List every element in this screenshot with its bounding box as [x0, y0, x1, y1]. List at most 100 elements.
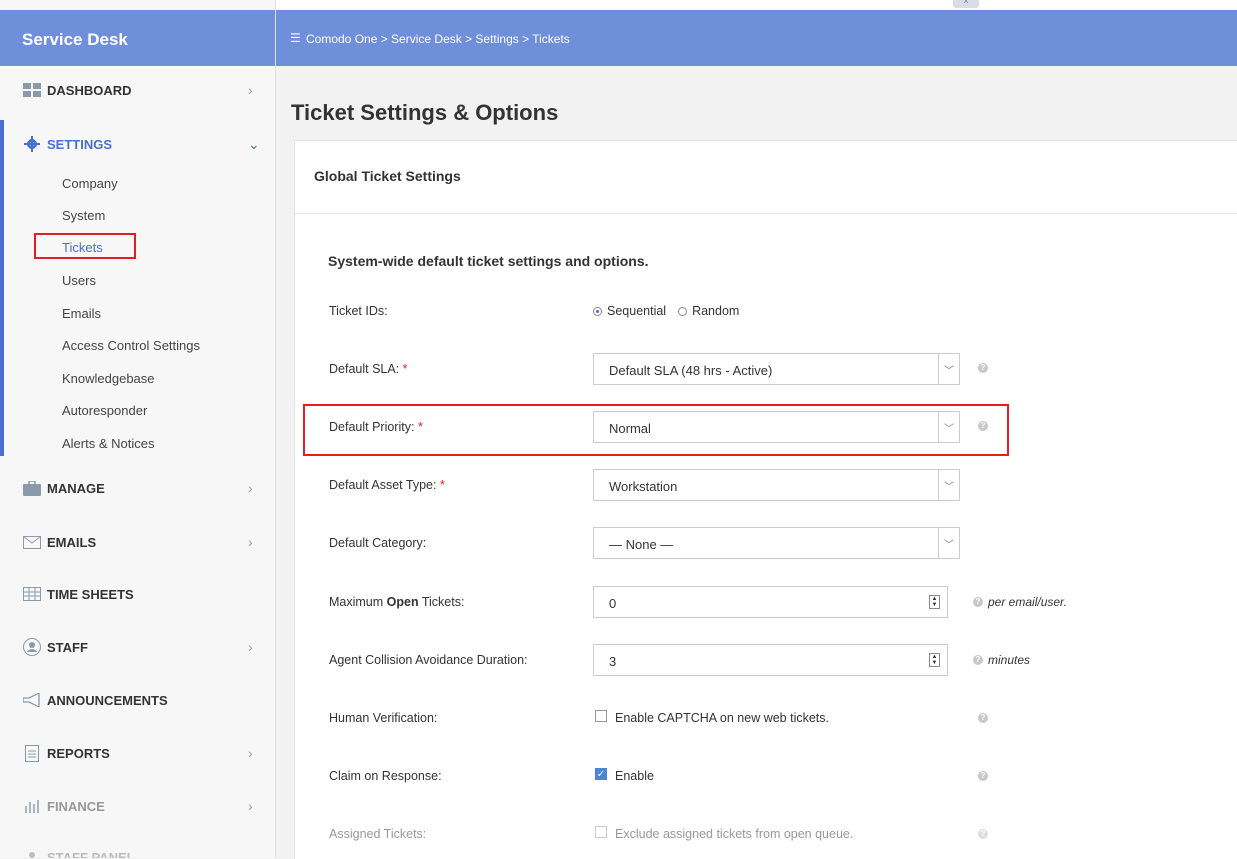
nav-dashboard[interactable]: DASHBOARD ›	[0, 75, 275, 105]
nav-staff-panel[interactable]: STAFF PANEL	[0, 842, 275, 858]
claim-checkbox-label: Enable	[615, 769, 654, 783]
captcha-checkbox[interactable]	[595, 710, 607, 722]
default-sla-select[interactable]: Default SLA (48 hrs - Active) ﹀	[593, 353, 960, 385]
nav-label: ANNOUNCEMENTS	[47, 692, 168, 708]
default-category-label: Default Category:	[329, 536, 427, 550]
select-value: Default SLA (48 hrs - Active)	[609, 363, 773, 378]
label-text: Tickets:	[418, 595, 465, 609]
nav-label: DASHBOARD	[47, 82, 132, 98]
chevron-right-icon: ›	[248, 798, 253, 814]
settings-card: Global Ticket Settings System-wide defau…	[294, 140, 1237, 859]
help-icon[interactable]: ?	[978, 713, 988, 723]
required-mark: *	[402, 362, 408, 376]
nav-time-sheets[interactable]: TIME SHEETS	[0, 579, 275, 609]
envelope-icon	[22, 533, 42, 551]
exclude-assigned-checkbox-label: Exclude assigned tickets from open queue…	[615, 827, 854, 841]
nav-manage[interactable]: MANAGE ›	[0, 473, 275, 503]
unit-label: per email/user.	[988, 595, 1067, 609]
chevron-down-icon: ﹀	[938, 354, 959, 384]
ticket-ids-radio-group: Sequential Random	[593, 304, 739, 318]
nav-reports[interactable]: REPORTS ›	[0, 738, 275, 768]
label-bold: Open	[386, 595, 419, 609]
sidebar-item-access-control[interactable]: Access Control Settings	[62, 338, 200, 353]
captcha-checkbox-label: Enable CAPTCHA on new web tickets.	[615, 711, 829, 725]
section-title: System-wide default ticket settings and …	[328, 253, 649, 269]
default-asset-type-label: Default Asset Type: *	[329, 478, 445, 492]
collision-duration-input[interactable]: 3 ▲ ▼	[593, 644, 948, 676]
brand-title: Service Desk	[0, 10, 275, 66]
nav-label: STAFF PANEL	[47, 849, 135, 859]
chevron-right-icon: ›	[248, 745, 253, 761]
help-icon[interactable]: ?	[978, 771, 988, 781]
nav-label: EMAILS	[47, 534, 97, 550]
radio-sequential-label: Sequential	[607, 304, 667, 318]
sidebar-item-emails[interactable]: Emails	[62, 306, 101, 321]
default-asset-type-select[interactable]: Workstation ﹀	[593, 469, 960, 501]
help-icon[interactable]: ?	[973, 597, 983, 607]
active-section-indicator	[0, 120, 4, 456]
chevron-right-icon: ›	[248, 534, 253, 550]
default-sla-label: Default SLA: *	[329, 362, 408, 376]
collapse-tab[interactable]: ^	[953, 0, 979, 8]
gear-icon	[22, 135, 42, 153]
chevron-down-icon: ﹀	[938, 470, 959, 500]
user-icon	[22, 848, 42, 858]
sidebar-item-system[interactable]: System	[62, 208, 105, 223]
human-verification-label: Human Verification:	[329, 711, 438, 725]
claim-on-response-label: Claim on Response:	[329, 769, 442, 783]
spinner-arrows-icon[interactable]: ▲ ▼	[929, 653, 940, 667]
claim-checkbox[interactable]: ✓	[595, 768, 607, 780]
sidebar-item-users[interactable]: Users	[62, 273, 96, 288]
label-text: Default Asset Type:	[329, 478, 437, 492]
card-title: Global Ticket Settings	[314, 168, 461, 184]
user-icon	[22, 638, 42, 656]
card-header: Global Ticket Settings	[295, 141, 1237, 214]
bar-chart-icon	[22, 797, 42, 815]
nav-label: REPORTS	[47, 745, 110, 761]
breadcrumb: Comodo One > Service Desk > Settings > T…	[306, 32, 570, 46]
spinner-arrows-icon[interactable]: ▲ ▼	[929, 595, 940, 609]
highlight-box	[303, 404, 1009, 456]
radio-random-label: Random	[692, 304, 740, 318]
chevron-right-icon: ›	[248, 480, 253, 496]
unit-label: minutes	[988, 653, 1031, 667]
nav-staff[interactable]: STAFF ›	[0, 632, 275, 662]
select-value: — None —	[609, 537, 674, 552]
sidebar-item-tickets[interactable]: Tickets	[62, 240, 103, 255]
help-icon[interactable]: ?	[978, 363, 988, 373]
required-mark: *	[439, 478, 445, 492]
sidebar-item-alerts[interactable]: Alerts & Notices	[62, 436, 154, 451]
input-value: 3	[609, 654, 617, 669]
label-text: Default SLA:	[329, 362, 400, 376]
nav-label: MANAGE	[47, 480, 105, 496]
document-icon	[22, 744, 42, 762]
sidebar-item-company[interactable]: Company	[62, 176, 118, 191]
chevron-right-icon: ›	[248, 82, 253, 98]
top-bar: ☰ Comodo One > Service Desk > Settings >…	[276, 10, 1237, 66]
nav-label: TIME SHEETS	[47, 586, 134, 602]
default-category-select[interactable]: — None — ﹀	[593, 527, 960, 559]
menu-icon[interactable]: ☰	[290, 31, 301, 45]
nav-finance[interactable]: FINANCE ›	[0, 791, 275, 821]
help-icon[interactable]: ?	[978, 829, 988, 839]
table-icon	[22, 585, 42, 603]
radio-random[interactable]	[678, 306, 688, 316]
page-title: Ticket Settings & Options	[291, 100, 559, 125]
collision-duration-label: Agent Collision Avoidance Duration:	[329, 653, 528, 667]
assigned-tickets-label: Assigned Tickets:	[329, 827, 427, 841]
sidebar: Service Desk DASHBOARD › SETTINGS ⌄ Comp…	[0, 0, 276, 858]
help-icon[interactable]: ?	[973, 655, 983, 665]
nav-label: FINANCE	[47, 798, 105, 814]
nav-settings[interactable]: SETTINGS ⌄	[0, 129, 275, 159]
sidebar-item-autoresponder[interactable]: Autoresponder	[62, 403, 147, 418]
sidebar-item-knowledgebase[interactable]: Knowledgebase	[62, 371, 155, 386]
chevron-right-icon: ›	[248, 639, 253, 655]
exclude-assigned-checkbox[interactable]	[595, 826, 607, 838]
nav-announcements[interactable]: ANNOUNCEMENTS	[0, 685, 275, 715]
nav-emails[interactable]: EMAILS ›	[0, 527, 275, 557]
select-value: Workstation	[609, 479, 678, 494]
radio-sequential[interactable]	[593, 306, 602, 316]
max-open-tickets-label: Maximum Open Tickets:	[329, 595, 464, 609]
nav-label: SETTINGS	[47, 136, 113, 152]
max-open-tickets-input[interactable]: 0 ▲ ▼	[593, 586, 948, 618]
